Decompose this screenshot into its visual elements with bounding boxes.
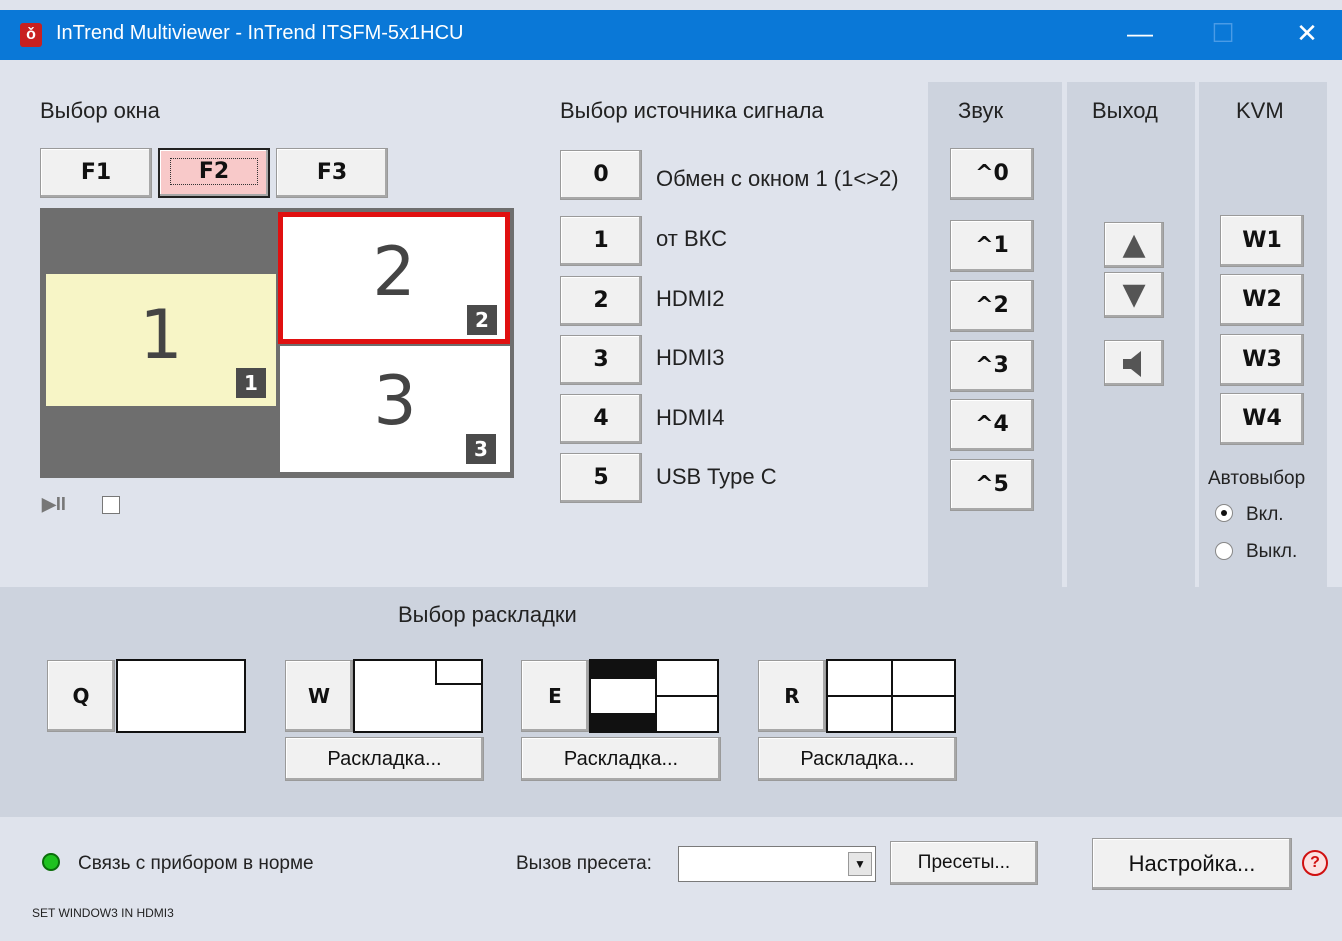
kvm-button-w4[interactable]: W4: [1220, 393, 1304, 445]
kvm-button-w1[interactable]: W1: [1220, 215, 1304, 267]
window-select-heading: Выбор окна: [40, 98, 160, 123]
source-label-5: USB Type C: [656, 464, 777, 489]
window-preview: 1 1 2 2 3 3: [40, 208, 514, 478]
maximize-button[interactable]: ☐: [1203, 18, 1243, 49]
autoselect-on-radio[interactable]: [1215, 504, 1233, 522]
source-label-0: Обмен с окном 1 (1<>2): [656, 166, 899, 191]
layout-q-preview[interactable]: [116, 659, 246, 733]
layout-r-preview[interactable]: [826, 659, 956, 733]
kvm-button-w2[interactable]: W2: [1220, 274, 1304, 326]
settings-button[interactable]: Настройка...: [1092, 838, 1292, 890]
tab-f3[interactable]: F3: [276, 148, 388, 198]
source-label-2: HDMI2: [656, 286, 725, 311]
preset-label: Вызов пресета:: [516, 853, 652, 874]
tab-f2-label: F2: [169, 158, 259, 185]
sound-button-0[interactable]: ^0: [950, 148, 1034, 200]
window-1-badge: 1: [236, 368, 266, 398]
tab-f1[interactable]: F1: [40, 148, 152, 198]
log-text: SET WINDOW3 IN HDMI3: [32, 906, 174, 920]
layout-w-config-button[interactable]: Раскладка...: [285, 737, 484, 781]
preview-checkbox[interactable]: [102, 496, 120, 514]
layout-e-bar-top: [591, 661, 655, 679]
presets-button[interactable]: Пресеты...: [890, 841, 1038, 885]
preview-window-2[interactable]: 2 2: [278, 212, 510, 344]
layout-e-bar-bottom: [591, 713, 655, 731]
source-label-3: HDMI3: [656, 345, 725, 370]
minimize-button[interactable]: —: [1120, 18, 1160, 49]
autoselect-off-label: Выкл.: [1246, 541, 1298, 562]
sound-button-5[interactable]: ^5: [950, 459, 1034, 511]
window-title: InTrend Multiviewer - InTrend ITSFM-5x1H…: [56, 22, 464, 44]
autoselect-label: Автовыбор: [1208, 468, 1306, 489]
shield-icon: ǒ: [20, 23, 42, 47]
close-button[interactable]: ✕: [1287, 18, 1327, 49]
mute-button[interactable]: [1104, 340, 1164, 386]
layout-r-divider-h: [828, 695, 954, 697]
window-3-badge: 3: [466, 434, 496, 464]
source-button-4[interactable]: 4: [560, 394, 642, 444]
layout-w-pip: [435, 659, 483, 685]
window-3-number: 3: [373, 362, 417, 441]
source-button-0[interactable]: 0: [560, 150, 642, 200]
layout-w-button[interactable]: W: [285, 660, 353, 732]
layout-r-config-button[interactable]: Раскладка...: [758, 737, 957, 781]
sound-button-3[interactable]: ^3: [950, 340, 1034, 392]
source-select-heading: Выбор источника сигнала: [560, 98, 824, 123]
title-bar: ǒ InTrend Multiviewer - InTrend ITSFM-5x…: [0, 10, 1342, 60]
layout-q-button[interactable]: Q: [47, 660, 115, 732]
preset-select[interactable]: ▼: [678, 846, 876, 882]
volume-down-button[interactable]: ▼: [1104, 272, 1164, 318]
preview-window-1[interactable]: 1 1: [46, 274, 276, 406]
source-button-5[interactable]: 5: [560, 453, 642, 503]
sound-heading: Звук: [958, 98, 1004, 123]
source-button-3[interactable]: 3: [560, 335, 642, 385]
output-heading: Выход: [1092, 98, 1158, 123]
source-label-4: HDMI4: [656, 405, 725, 430]
window-2-number: 2: [372, 233, 416, 312]
sound-button-2[interactable]: ^2: [950, 280, 1034, 332]
volume-up-button[interactable]: ▲: [1104, 222, 1164, 268]
kvm-button-w3[interactable]: W3: [1220, 334, 1304, 386]
connection-indicator: [42, 853, 60, 871]
speaker-icon: [1123, 351, 1141, 377]
layout-e-divider-h: [655, 695, 717, 697]
output-column: [1067, 82, 1195, 587]
radio-dot: [1221, 510, 1227, 516]
chevron-down-icon[interactable]: ▼: [848, 852, 872, 876]
autoselect-on-label: Вкл.: [1246, 504, 1284, 525]
play-pause-icon[interactable]: ▶II: [42, 494, 66, 515]
window-2-badge: 2: [467, 305, 497, 335]
help-icon[interactable]: ?: [1302, 850, 1328, 876]
layout-e-button[interactable]: E: [521, 660, 589, 732]
layout-e-preview[interactable]: [589, 659, 719, 733]
source-label-1: от ВКС: [656, 226, 728, 251]
tab-f2[interactable]: F2: [158, 148, 270, 198]
autoselect-off-radio[interactable]: [1215, 542, 1233, 560]
layout-select-heading: Выбор раскладки: [398, 602, 577, 627]
layout-r-button[interactable]: R: [758, 660, 826, 732]
layout-e-config-button[interactable]: Раскладка...: [521, 737, 721, 781]
preview-window-3[interactable]: 3 3: [280, 346, 510, 472]
source-button-1[interactable]: 1: [560, 216, 642, 266]
layout-w-preview[interactable]: [353, 659, 483, 733]
kvm-heading: KVM: [1236, 98, 1284, 123]
window-1-number: 1: [139, 296, 183, 375]
source-button-2[interactable]: 2: [560, 276, 642, 326]
connection-status: Связь с прибором в норме: [78, 853, 314, 874]
sound-button-1[interactable]: ^1: [950, 220, 1034, 272]
sound-button-4[interactable]: ^4: [950, 399, 1034, 451]
